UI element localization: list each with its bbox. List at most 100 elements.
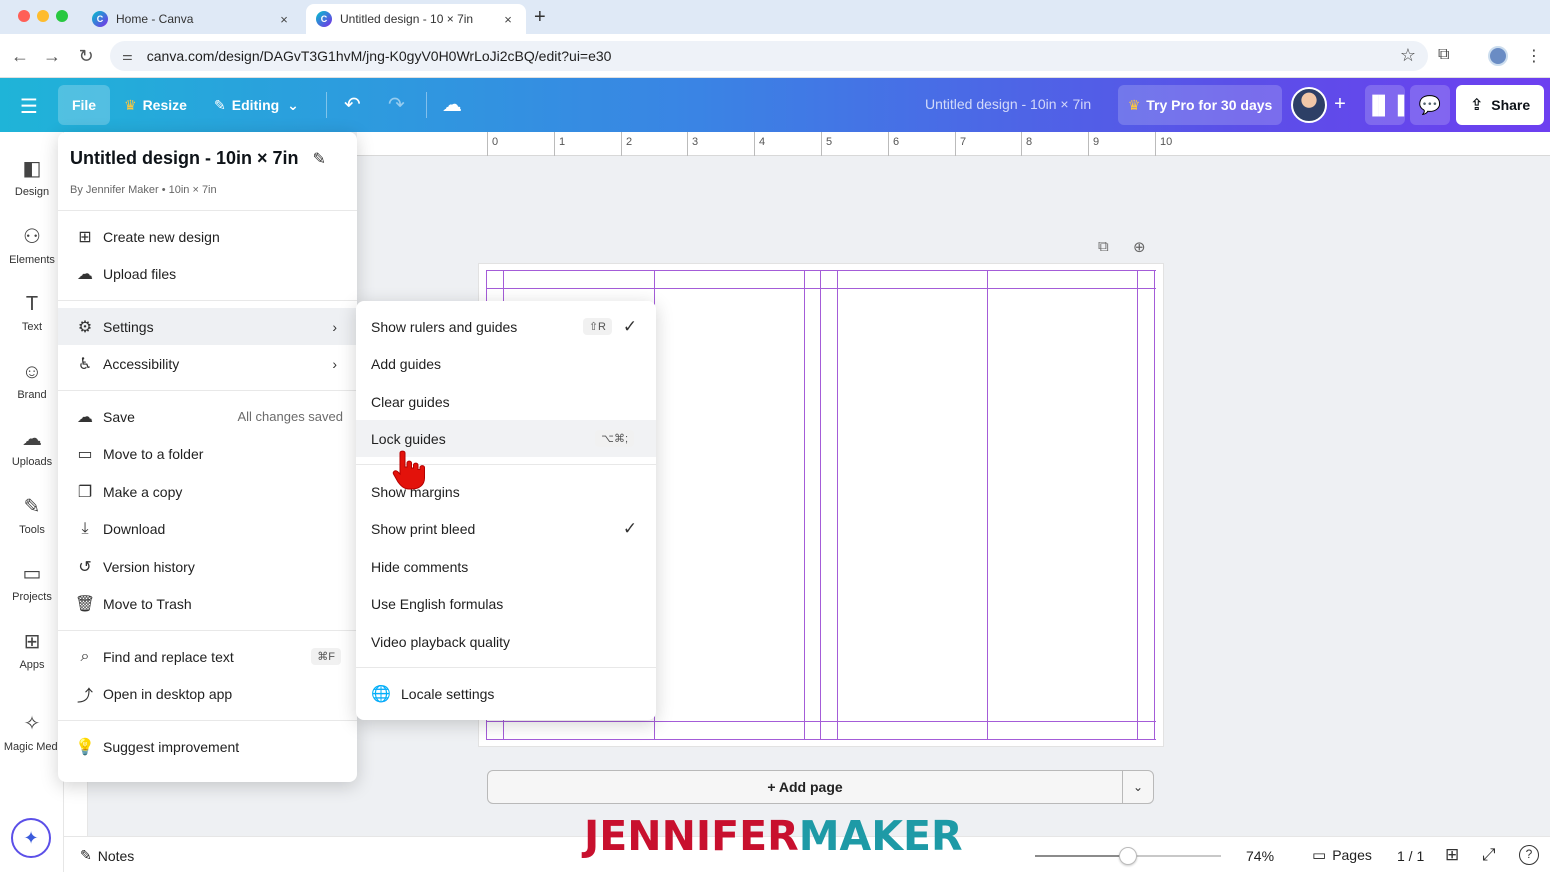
sidebar-item-magic-media[interactable]: ✧ Magic Medi bbox=[0, 707, 64, 767]
try-pro-button[interactable]: ♛ Try Pro for 30 days bbox=[1118, 85, 1282, 125]
pages-button[interactable]: ▭ Pages bbox=[1312, 846, 1372, 864]
bookmark-star-icon[interactable]: ☆ bbox=[1400, 45, 1416, 66]
reload-icon[interactable]: ↻ bbox=[74, 44, 98, 68]
menu-item-show-rulers-guides[interactable]: Show rulers and guides ⇧R ✓ bbox=[356, 308, 656, 345]
add-page-icon[interactable]: ⊕ bbox=[1133, 238, 1146, 256]
menu-item-upload-files[interactable]: ☁ Upload files bbox=[58, 255, 357, 292]
help-icon[interactable]: ? bbox=[1519, 845, 1539, 865]
vertical-guide[interactable] bbox=[837, 270, 838, 740]
url-field[interactable]: ⚌ canva.com/design/DAGvT3G1hvM/jng-K0gyV… bbox=[110, 41, 1428, 71]
file-menu-title[interactable]: Untitled design - 10in × 7in ✎ bbox=[70, 148, 326, 169]
vertical-guide[interactable] bbox=[987, 270, 988, 740]
notes-button[interactable]: ✎ Notes bbox=[80, 847, 134, 864]
menu-item-open-desktop-app[interactable]: ⤴ Open in desktop app bbox=[58, 675, 357, 712]
menu-item-download[interactable]: ⤓ Download bbox=[58, 510, 357, 547]
menu-item-label: Video playback quality bbox=[371, 633, 511, 650]
menu-item-show-print-bleed[interactable]: Show print bleed ✓ bbox=[356, 510, 656, 547]
horizontal-guide[interactable] bbox=[486, 721, 1156, 722]
file-menu-button[interactable]: File bbox=[58, 85, 110, 125]
magic-assistant-icon[interactable]: ✦ bbox=[11, 818, 51, 858]
user-avatar[interactable] bbox=[1291, 87, 1327, 123]
browser-tab-bar: C Home - Canva × C Untitled design - 10 … bbox=[0, 0, 1550, 34]
menu-item-label: Open in desktop app bbox=[103, 685, 233, 702]
zoom-percentage[interactable]: 74% bbox=[1246, 848, 1274, 864]
sidebar-item-elements[interactable]: ⚇ Elements bbox=[0, 220, 64, 280]
menu-item-find-replace[interactable]: ⌕ Find and replace text ⌘F bbox=[58, 638, 357, 675]
browser-profile-avatar[interactable] bbox=[1488, 46, 1508, 66]
browser-tab-home[interactable]: C Home - Canva × bbox=[82, 4, 302, 34]
horizontal-guide[interactable] bbox=[486, 270, 1156, 271]
new-tab-button[interactable]: + bbox=[534, 6, 546, 29]
menu-item-save[interactable]: ☁ Save All changes saved bbox=[58, 398, 357, 435]
tab-close-icon[interactable]: × bbox=[276, 12, 292, 27]
ruler-tick bbox=[754, 132, 755, 156]
ruler-label: 10 bbox=[1160, 136, 1173, 148]
search-icon: ⌕ bbox=[80, 647, 90, 665]
menu-item-move-to-trash[interactable]: 🗑 Move to Trash bbox=[58, 585, 357, 622]
sidebar-item-tools[interactable]: ✎ Tools bbox=[0, 490, 64, 550]
duplicate-page-icon[interactable]: ⧉ bbox=[1098, 238, 1109, 255]
sidebar-item-label: Text bbox=[21, 321, 43, 333]
redo-icon[interactable]: ↷ bbox=[388, 92, 405, 117]
menu-item-hide-comments[interactable]: Hide comments bbox=[356, 548, 656, 585]
editing-mode-button[interactable]: ✎ Editing ⌄ bbox=[214, 85, 299, 125]
save-status: All changes saved bbox=[237, 409, 343, 424]
accessibility-icon: ♿ bbox=[77, 355, 93, 373]
vertical-guide[interactable] bbox=[1154, 270, 1155, 740]
menu-item-add-guides[interactable]: Add guides bbox=[356, 345, 656, 382]
browser-tab-design[interactable]: C Untitled design - 10 × 7in × bbox=[306, 4, 526, 34]
shortcut-badge: ⌘F bbox=[311, 648, 341, 665]
invite-plus-icon[interactable]: + bbox=[1328, 92, 1352, 116]
menu-item-accessibility[interactable]: ♿ Accessibility › bbox=[58, 345, 357, 382]
forward-icon[interactable]: → bbox=[40, 44, 64, 68]
site-settings-icon[interactable]: ⚌ bbox=[122, 49, 133, 63]
menu-item-locale-settings[interactable]: 🌐 Locale settings bbox=[356, 675, 656, 712]
menu-item-create-new-design[interactable]: ⊞ Create new design bbox=[58, 218, 357, 255]
horizontal-guide[interactable] bbox=[486, 288, 1156, 289]
menu-item-label: Locale settings bbox=[401, 685, 495, 702]
external-link-icon: ⤴ bbox=[76, 687, 93, 705]
close-window-button[interactable] bbox=[18, 10, 30, 22]
pages-label: Pages bbox=[1332, 847, 1372, 863]
tab-close-icon[interactable]: × bbox=[500, 12, 516, 27]
grid-view-icon[interactable]: ⊞ bbox=[1445, 845, 1459, 865]
fullscreen-icon[interactable]: ⤢ bbox=[1482, 845, 1496, 865]
main-menu-icon[interactable]: ☰ bbox=[20, 94, 38, 119]
zoom-slider[interactable] bbox=[1035, 847, 1221, 865]
browser-menu-icon[interactable]: ⋮ bbox=[1526, 46, 1542, 66]
sidebar-item-text[interactable]: T Text bbox=[0, 287, 64, 347]
add-page-button[interactable]: + Add page bbox=[487, 770, 1123, 804]
chevron-down-icon[interactable]: ⌄ bbox=[1122, 770, 1154, 804]
rename-pencil-icon[interactable]: ✎ bbox=[313, 149, 326, 169]
menu-item-label: Lock guides bbox=[371, 430, 446, 447]
comments-icon[interactable]: 💬 bbox=[1410, 85, 1450, 125]
vertical-guide[interactable] bbox=[804, 270, 805, 740]
vertical-guide[interactable] bbox=[820, 270, 821, 740]
maximize-window-button[interactable] bbox=[56, 10, 68, 22]
insights-chart-icon[interactable]: ▐▌▐ bbox=[1365, 85, 1405, 125]
sidebar-item-apps[interactable]: ⊞ Apps bbox=[0, 625, 64, 685]
vertical-guide[interactable] bbox=[1137, 270, 1138, 740]
resize-button[interactable]: ♛ Resize bbox=[124, 85, 187, 125]
share-button[interactable]: ⇪ Share bbox=[1456, 85, 1544, 125]
sidebar-item-brand[interactable]: ☺ Brand bbox=[0, 355, 64, 415]
design-title[interactable]: Untitled design - 10in × 7in bbox=[925, 96, 1091, 112]
back-icon[interactable]: ← bbox=[8, 44, 32, 68]
minimize-window-button[interactable] bbox=[37, 10, 49, 22]
menu-item-suggest-improvement[interactable]: 💡 Suggest improvement bbox=[58, 728, 357, 765]
menu-item-move-to-folder[interactable]: ▭ Move to a folder bbox=[58, 435, 357, 472]
menu-item-make-copy[interactable]: ❐ Make a copy bbox=[58, 473, 357, 510]
menu-item-english-formulas[interactable]: Use English formulas bbox=[356, 585, 656, 622]
menu-item-settings[interactable]: ⚙ Settings › bbox=[58, 308, 357, 345]
menu-item-clear-guides[interactable]: Clear guides bbox=[356, 383, 656, 420]
menu-item-video-playback-quality[interactable]: Video playback quality bbox=[356, 623, 656, 660]
menu-item-version-history[interactable]: ↺ Version history bbox=[58, 548, 357, 585]
zoom-slider-handle[interactable] bbox=[1119, 847, 1137, 865]
undo-icon[interactable]: ↶ bbox=[344, 92, 361, 117]
sidebar-item-design[interactable]: ◧ Design bbox=[0, 152, 64, 212]
cloud-save-icon[interactable]: ☁ bbox=[442, 92, 462, 117]
sidebar-item-uploads[interactable]: ☁ Uploads bbox=[0, 422, 64, 482]
sidebar-item-projects[interactable]: ▭ Projects bbox=[0, 557, 64, 617]
tab-search-icon[interactable]: ⧉ bbox=[1438, 46, 1449, 64]
horizontal-guide[interactable] bbox=[486, 739, 1156, 740]
